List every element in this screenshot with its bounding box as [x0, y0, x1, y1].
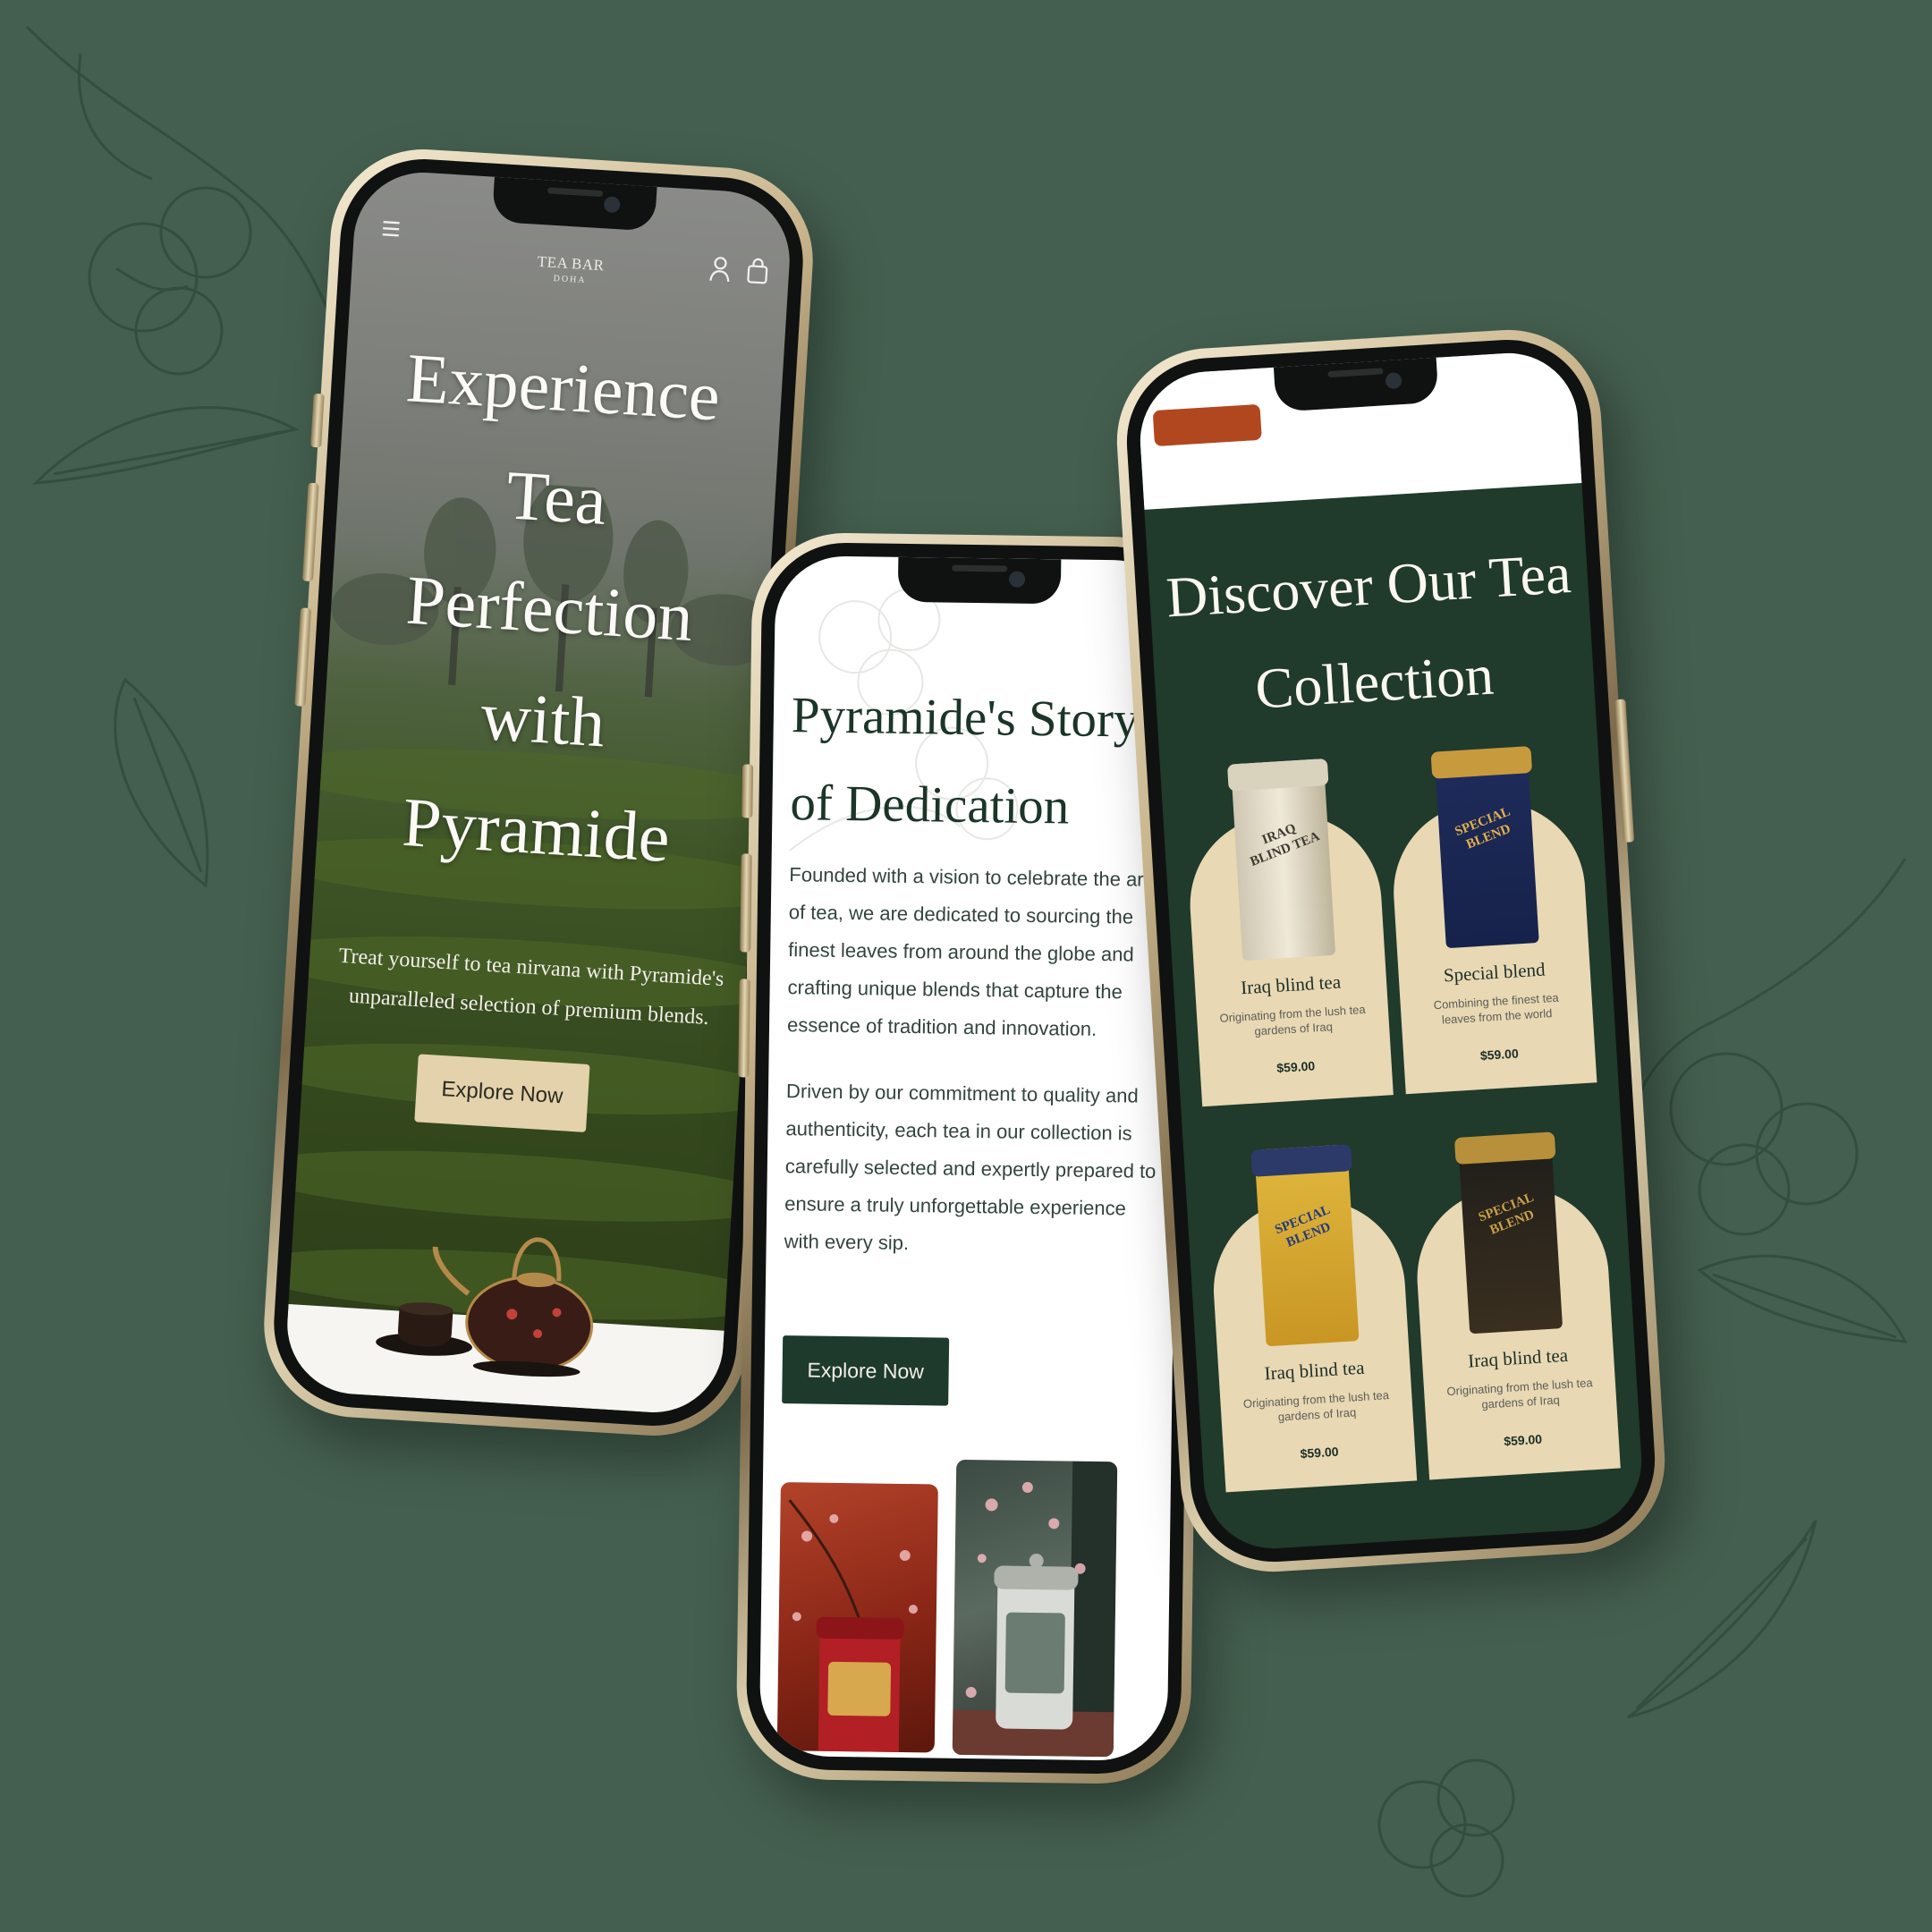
product-card[interactable]: IRAQ BLIND TEA Iraq blind tea Originatin… [1182, 756, 1394, 1107]
user-icon[interactable] [708, 255, 733, 288]
explore-now-button[interactable]: Explore Now [782, 1335, 950, 1406]
tea-tin-image: SPECIAL BLEND [1250, 1144, 1360, 1347]
logo-text: TEA BAR [537, 252, 606, 275]
explore-now-button[interactable]: Explore Now [414, 1054, 590, 1132]
phone-mockup-hero: TEA BAR DOHA Experience Tea Perfection w… [258, 143, 818, 1442]
tea-tin-image: SPECIAL BLEND [1453, 1131, 1563, 1335]
story-paragraph: Driven by our commitment to quality and … [784, 1080, 1157, 1255]
hero-title: Experience Tea Perfection with Pyramide [315, 318, 784, 899]
silver-tea-tin-image [952, 1459, 1118, 1758]
product-card[interactable]: SPECIAL BLEND Iraq blind tea Originating… [1205, 1141, 1418, 1493]
teapot-image [376, 1237, 594, 1377]
bag-icon[interactable] [745, 257, 770, 290]
tin-label: IRAQ BLIND TEA [1248, 821, 1322, 870]
hero-screen: TEA BAR DOHA Experience Tea Perfection w… [283, 168, 794, 1417]
red-tea-tin-image [776, 1482, 938, 1753]
tea-tin-image: SPECIAL BLEND [1430, 746, 1539, 949]
product-card[interactable]: SPECIAL BLEND Iraq blind tea Originating… [1409, 1129, 1621, 1480]
product-card[interactable]: SPECIAL BLEND Special blend Combining th… [1385, 743, 1597, 1095]
notch [491, 176, 657, 232]
story-screen: Pyramide's Story of Dedication Founded w… [758, 555, 1184, 1762]
hero-tagline: Treat yourself to tea nirvana with Pyram… [337, 944, 725, 1030]
tin-label: SPECIAL BLEND [1273, 1202, 1333, 1250]
collection-title: Discover Our Tea Collection [1164, 541, 1573, 721]
tea-tin-image: IRAQ BLIND TEA [1226, 758, 1336, 962]
tin-label: SPECIAL BLEND [1476, 1190, 1537, 1238]
notch [897, 556, 1062, 605]
collection-screen: Discover Our Tea Collection IRAQ BLIND T… [1136, 349, 1646, 1553]
product-grid: IRAQ BLIND TEA Iraq blind tea Originatin… [1182, 743, 1621, 1493]
story-title: Pyramide's Story of Dedication [790, 687, 1140, 835]
phone-mockup-collection: Discover Our Tea Collection IRAQ BLIND T… [1111, 324, 1671, 1578]
menu-icon[interactable] [380, 215, 402, 244]
tin-label: SPECIAL BLEND [1453, 804, 1513, 852]
story-paragraph: Founded with a vision to celebrate the a… [786, 863, 1149, 1040]
